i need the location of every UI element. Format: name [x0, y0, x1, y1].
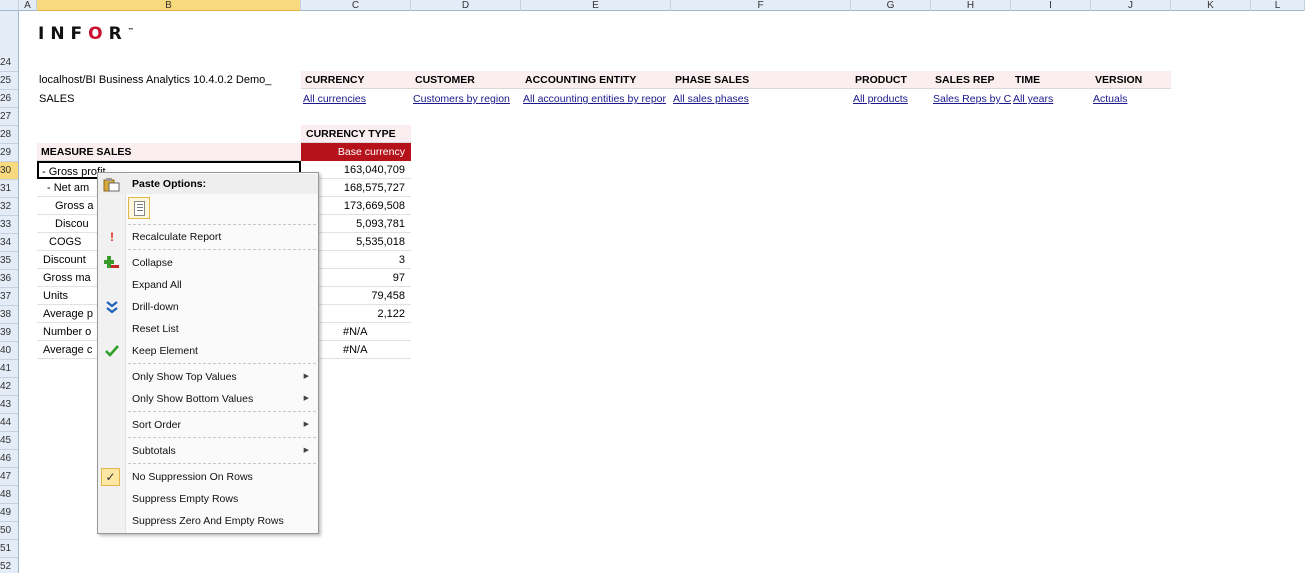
row-header[interactable]: 46 [0, 450, 18, 468]
submenu-arrow-icon: ▶ [303, 421, 309, 428]
row-header[interactable]: 45 [0, 432, 18, 450]
row-header[interactable]: 37 [0, 288, 18, 306]
measure-sales-header: MEASURE SALES [37, 143, 301, 161]
row-header[interactable]: 41 [0, 360, 18, 378]
menu-item-only-show-top-values[interactable]: Only Show Top Values ▶ [98, 367, 318, 387]
dimension-header-accounting-entity: ACCOUNTING ENTITY [521, 71, 671, 89]
row-header[interactable]: 29 [0, 144, 18, 162]
menu-item-suppress-empty-rows[interactable]: Suppress Empty Rows [98, 489, 318, 509]
menu-separator [128, 249, 316, 250]
menu-item-only-show-bottom-values[interactable]: Only Show Bottom Values ▶ [98, 389, 318, 409]
menu-separator [128, 437, 316, 438]
base-currency-header[interactable]: Base currency [301, 143, 411, 161]
server-connection-label: localhost/BI Business Analytics 10.4.0.2… [39, 74, 272, 86]
column-header-g[interactable]: G [851, 0, 931, 11]
column-header-h[interactable]: H [931, 0, 1011, 11]
column-header-i[interactable]: I [1011, 0, 1091, 11]
row-header[interactable]: 35 [0, 252, 18, 270]
row-header[interactable]: 38 [0, 306, 18, 324]
column-header-strip: A B C D E F G H I J K L [0, 0, 1305, 11]
column-header-b[interactable]: B [37, 0, 301, 11]
dimension-header-version: VERSION [1091, 71, 1171, 89]
exclamation-icon: ! [110, 230, 114, 244]
menu-separator [128, 363, 316, 364]
row-header[interactable]: 43 [0, 396, 18, 414]
dimension-link-phase-sales[interactable]: All sales phases [671, 90, 851, 108]
clipboard-icon [134, 201, 145, 216]
submenu-arrow-icon: ▶ [303, 395, 309, 402]
dimension-header-sales-rep: SALES REP [931, 71, 1011, 89]
column-header-f[interactable]: F [671, 0, 851, 11]
dimension-link-time[interactable]: All years [1011, 90, 1091, 108]
row-header[interactable]: 26 [0, 90, 18, 108]
row-header[interactable]: 25 [0, 72, 18, 90]
menu-item-collapse[interactable]: Collapse [98, 253, 318, 273]
menu-item-subtotals[interactable]: Subtotals ▶ [98, 441, 318, 461]
row-header[interactable]: 42 [0, 378, 18, 396]
menu-item-sort-order[interactable]: Sort Order ▶ [98, 415, 318, 435]
dimension-header-product: PRODUCT [851, 71, 931, 89]
menu-separator [128, 463, 316, 464]
checked-box-icon: ✓ [101, 468, 120, 486]
row-header[interactable]: 28 [0, 126, 18, 144]
submenu-arrow-icon: ▶ [303, 373, 309, 380]
dimension-link-version[interactable]: Actuals [1091, 90, 1171, 108]
dimension-link-product[interactable]: All products [851, 90, 931, 108]
column-header-k[interactable]: K [1171, 0, 1251, 11]
row-header[interactable]: 50 [0, 522, 18, 540]
menu-item-suppress-zero-and-empty-rows[interactable]: Suppress Zero And Empty Rows [98, 511, 318, 531]
dimension-header-phase-sales: PHASE SALES [671, 71, 851, 89]
column-header-a[interactable]: A [19, 0, 37, 11]
currency-type-header: CURRENCY TYPE [301, 125, 411, 143]
row-header[interactable]: 47 [0, 468, 18, 486]
row-header[interactable]: 49 [0, 504, 18, 522]
row-header[interactable]: 40 [0, 342, 18, 360]
column-header-d[interactable]: D [411, 0, 521, 11]
row-header-selected[interactable]: 30 [0, 162, 18, 180]
row-header[interactable]: 31 [0, 180, 18, 198]
paste-options-icon [103, 177, 120, 192]
dimension-link-accounting-entity[interactable]: All accounting entities by repor [521, 90, 671, 108]
dimension-link-sales-rep[interactable]: Sales Reps by C [931, 90, 1011, 108]
row-header[interactable]: 36 [0, 270, 18, 288]
column-header-c[interactable]: C [301, 0, 411, 11]
column-header-j[interactable]: J [1091, 0, 1171, 11]
row-header-strip: 24 25 26 27 28 29 30 31 32 33 34 35 36 3… [0, 11, 19, 573]
row-header[interactable]: 44 [0, 414, 18, 432]
collapse-icon [104, 255, 120, 271]
menu-item-recalculate-report[interactable]: ! Recalculate Report [98, 227, 318, 247]
dimension-header-time: TIME [1011, 71, 1091, 89]
row-header[interactable]: 33 [0, 216, 18, 234]
menu-item-expand-all[interactable]: Expand All [98, 275, 318, 295]
menu-item-keep-element[interactable]: Keep Element [98, 341, 318, 361]
row-header[interactable]: 51 [0, 540, 18, 558]
infor-logo: INFOR™ [38, 24, 134, 44]
menu-item-reset-list[interactable]: Reset List [98, 319, 318, 339]
row-header[interactable]: 24 [0, 54, 18, 72]
dimension-header-customer: CUSTOMER [411, 71, 521, 89]
row-header[interactable]: 48 [0, 486, 18, 504]
row-header[interactable]: 32 [0, 198, 18, 216]
row-header[interactable]: 52 [0, 558, 18, 573]
column-header-l[interactable]: L [1251, 0, 1305, 11]
dimension-link-currency[interactable]: All currencies [301, 90, 411, 108]
row-header[interactable]: 39 [0, 324, 18, 342]
context-menu: Paste Options: ! Recalculate Report Coll… [97, 172, 319, 534]
paste-keep-source-button[interactable] [128, 197, 150, 219]
submenu-arrow-icon: ▶ [303, 447, 309, 454]
column-header-e[interactable]: E [521, 0, 671, 11]
row-header[interactable]: 27 [0, 108, 18, 126]
paste-options-title: Paste Options: [98, 174, 318, 194]
menu-separator [128, 411, 316, 412]
double-chevron-down-icon [104, 299, 120, 315]
dimension-header-currency: CURRENCY [301, 71, 411, 89]
select-all-corner[interactable] [0, 0, 19, 11]
row-header[interactable]: 34 [0, 234, 18, 252]
menu-separator [128, 224, 316, 225]
menu-item-drill-down[interactable]: Drill-down [98, 297, 318, 317]
cube-name-label: SALES [39, 93, 75, 105]
menu-item-no-suppression-on-rows[interactable]: ✓ No Suppression On Rows [98, 467, 318, 487]
checkmark-icon [104, 343, 120, 359]
dimension-link-customer[interactable]: Customers by region [411, 90, 521, 108]
